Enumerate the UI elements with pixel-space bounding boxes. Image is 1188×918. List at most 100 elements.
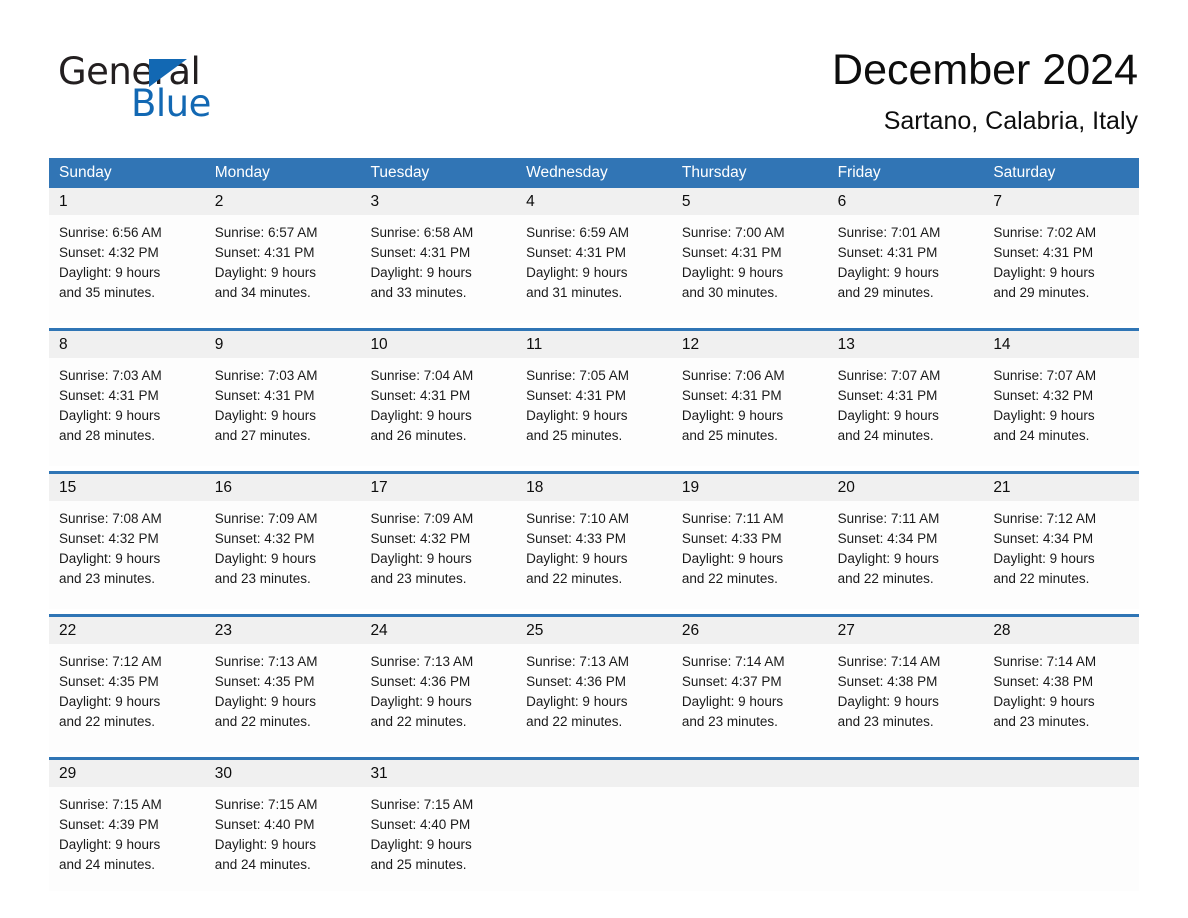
day-number-17[interactable]: 17: [360, 474, 516, 501]
day-number-empty: [672, 760, 828, 787]
day-number-30[interactable]: 30: [205, 760, 361, 787]
calendar-page: General Blue December 2024 Sartano, Cala…: [0, 0, 1188, 918]
sunrise-text: Sunrise: 6:56 AM: [59, 225, 162, 240]
day-number-5[interactable]: 5: [672, 188, 828, 215]
day-cell-31[interactable]: Sunrise: 7:15 AM Sunset: 4:40 PM Daylight:…: [360, 787, 516, 891]
day-number-21[interactable]: 21: [983, 474, 1139, 501]
day-number-1[interactable]: 1: [49, 188, 205, 215]
day-number-11[interactable]: 11: [516, 331, 672, 358]
daylight-line1-text: Daylight: 9 hours: [214, 408, 317, 423]
daylight-line1-text: Daylight: 9 hours: [526, 408, 628, 423]
day-cell-7[interactable]: Sunrise: 7:02 AM Sunset: 4:31 PM Daylight:…: [983, 215, 1139, 323]
day-number-26[interactable]: 26: [672, 617, 828, 644]
day-number-31[interactable]: 31: [360, 760, 516, 787]
sunrise-text: Sunrise: 7:00 AM: [681, 225, 785, 240]
day-cell-23[interactable]: Sunrise: 7:13 AM Sunset: 4:35 PM Daylight:…: [205, 644, 361, 752]
general-blue-logo[interactable]: General Blue: [58, 52, 358, 124]
day-cell-13[interactable]: Sunrise: 7:07 AM Sunset: 4:31 PM Daylight:…: [828, 358, 984, 466]
day-cell-29[interactable]: Sunrise: 7:15 AM Sunset: 4:39 PM Daylight:…: [49, 787, 205, 891]
day-number-16[interactable]: 16: [205, 474, 361, 501]
day-cell-22[interactable]: Sunrise: 7:12 AM Sunset: 4:35 PM Daylight:…: [49, 644, 205, 752]
sunrise-text: Sunrise: 7:15 AM: [59, 797, 162, 812]
sunset-text: Sunset: 4:32 PM: [370, 531, 471, 546]
day-cell-8[interactable]: Sunrise: 7:03 AM Sunset: 4:31 PM Daylight:…: [49, 358, 205, 466]
daylight-line1-text: Daylight: 9 hours: [214, 551, 317, 566]
day-cell-15[interactable]: Sunrise: 7:08 AM Sunset: 4:32 PM Daylight:…: [49, 501, 205, 609]
daylight-line2-text: and 23 minutes.: [681, 714, 778, 729]
daylight-line1-text: Daylight: 9 hours: [526, 265, 628, 280]
day-number-14[interactable]: 14: [983, 331, 1139, 358]
day-cell-10[interactable]: Sunrise: 7:04 AM Sunset: 4:31 PM Daylight:…: [360, 358, 516, 466]
day-cell-5[interactable]: Sunrise: 7:00 AM Sunset: 4:31 PM Daylight:…: [672, 215, 828, 323]
day-number-4[interactable]: 4: [516, 188, 672, 215]
sunrise-text: Sunrise: 7:14 AM: [993, 654, 1097, 669]
calendar-table: Sunday Monday Tuesday Wednesday Thursday Frid…: [49, 158, 1139, 891]
sunset-text: Sunset: 4:32 PM: [214, 531, 315, 546]
day-number-19[interactable]: 19: [672, 474, 828, 501]
day-cell-19[interactable]: Sunrise: 7:11 AM Sunset: 4:33 PM Daylight:…: [672, 501, 828, 609]
day-cell-14[interactable]: Sunrise: 7:07 AM Sunset: 4:32 PM Daylight:…: [983, 358, 1139, 466]
day-cell-9[interactable]: Sunrise: 7:03 AM Sunset: 4:31 PM Daylight:…: [205, 358, 361, 466]
day-number-22[interactable]: 22: [49, 617, 205, 644]
day-cell-27[interactable]: Sunrise: 7:14 AM Sunset: 4:38 PM Daylight:…: [828, 644, 984, 752]
day-number-7[interactable]: 7: [983, 188, 1139, 215]
day-number-28[interactable]: 28: [983, 617, 1139, 644]
sunrise-text: Sunrise: 7:12 AM: [59, 654, 162, 669]
day-cell-24[interactable]: Sunrise: 7:13 AM Sunset: 4:36 PM Daylight:…: [360, 644, 516, 752]
day-cell-16[interactable]: Sunrise: 7:09 AM Sunset: 4:32 PM Daylight:…: [205, 501, 361, 609]
daylight-line1-text: Daylight: 9 hours: [370, 694, 472, 709]
calendar-week-row: 22 23 24 25 26 27 28 Sunrise: 7:12 AM Sunset: 4:…: [49, 614, 1139, 752]
daylight-line2-text: and 23 minutes.: [59, 571, 156, 586]
day-number-13[interactable]: 13: [828, 331, 984, 358]
day-number-24[interactable]: 24: [360, 617, 516, 644]
day-cell-25[interactable]: Sunrise: 7:13 AM Sunset: 4:36 PM Daylight:…: [516, 644, 672, 752]
sunset-text: Sunset: 4:31 PM: [370, 245, 471, 260]
day-cell-17[interactable]: Sunrise: 7:09 AM Sunset: 4:32 PM Daylight:…: [360, 501, 516, 609]
sunset-text: Sunset: 4:31 PM: [214, 245, 315, 260]
day-cell-30[interactable]: Sunrise: 7:15 AM Sunset: 4:40 PM Daylight:…: [205, 787, 361, 891]
sunrise-text: Sunrise: 7:02 AM: [993, 225, 1097, 240]
day-number-20[interactable]: 20: [828, 474, 984, 501]
day-cell-28[interactable]: Sunrise: 7:14 AM Sunset: 4:38 PM Daylight:…: [983, 644, 1139, 752]
day-number-27[interactable]: 27: [828, 617, 984, 644]
day-cell-4[interactable]: Sunrise: 6:59 AM Sunset: 4:31 PM Daylight:…: [516, 215, 672, 323]
day-number-10[interactable]: 10: [360, 331, 516, 358]
day-cell-20[interactable]: Sunrise: 7:11 AM Sunset: 4:34 PM Daylight:…: [828, 501, 984, 609]
daylight-line1-text: Daylight: 9 hours: [681, 265, 784, 280]
daylight-line2-text: and 22 minutes.: [993, 571, 1090, 586]
sunset-text: Sunset: 4:31 PM: [59, 388, 159, 403]
day-cell-6[interactable]: Sunrise: 7:01 AM Sunset: 4:31 PM Daylight:…: [828, 215, 984, 323]
day-cell-26[interactable]: Sunrise: 7:14 AM Sunset: 4:37 PM Daylight:…: [672, 644, 828, 752]
day-number-29[interactable]: 29: [49, 760, 205, 787]
daylight-line1-text: Daylight: 9 hours: [370, 551, 472, 566]
day-cell-21[interactable]: Sunrise: 7:12 AM Sunset: 4:34 PM Daylight:…: [983, 501, 1139, 609]
day-cell-1[interactable]: Sunrise: 6:56 AM Sunset: 4:32 PM Daylight:…: [49, 215, 205, 323]
title-block: December 2024 Sartano, Calabria, Italy: [832, 44, 1138, 136]
day-number-15[interactable]: 15: [49, 474, 205, 501]
daylight-line2-text: and 23 minutes.: [370, 571, 467, 586]
day-number-6[interactable]: 6: [828, 188, 984, 215]
daylight-line1-text: Daylight: 9 hours: [370, 408, 472, 423]
day-number-25[interactable]: 25: [516, 617, 672, 644]
day-number-9[interactable]: 9: [205, 331, 361, 358]
sunset-text: Sunset: 4:31 PM: [526, 245, 626, 260]
sunrise-text: Sunrise: 7:09 AM: [370, 511, 474, 526]
daylight-line2-text: and 23 minutes.: [214, 571, 311, 586]
day-number-2[interactable]: 2: [205, 188, 361, 215]
day-cell-empty: [828, 787, 984, 891]
daylight-line1-text: Daylight: 9 hours: [370, 837, 472, 852]
day-cell-11[interactable]: Sunrise: 7:05 AM Sunset: 4:31 PM Daylight:…: [516, 358, 672, 466]
day-number-8[interactable]: 8: [49, 331, 205, 358]
day-cell-18[interactable]: Sunrise: 7:10 AM Sunset: 4:33 PM Daylight:…: [516, 501, 672, 609]
daylight-line2-text: and 30 minutes.: [681, 285, 778, 300]
daylight-line2-text: and 25 minutes.: [681, 428, 778, 443]
day-cell-3[interactable]: Sunrise: 6:58 AM Sunset: 4:31 PM Daylight:…: [360, 215, 516, 323]
day-cell-12[interactable]: Sunrise: 7:06 AM Sunset: 4:31 PM Daylight:…: [672, 358, 828, 466]
sunset-text: Sunset: 4:31 PM: [681, 388, 782, 403]
day-number-3[interactable]: 3: [360, 188, 516, 215]
sunset-text: Sunset: 4:40 PM: [214, 817, 315, 832]
day-number-23[interactable]: 23: [205, 617, 361, 644]
day-number-12[interactable]: 12: [672, 331, 828, 358]
day-cell-2[interactable]: Sunrise: 6:57 AM Sunset: 4:31 PM Daylight:…: [205, 215, 361, 323]
day-number-18[interactable]: 18: [516, 474, 672, 501]
